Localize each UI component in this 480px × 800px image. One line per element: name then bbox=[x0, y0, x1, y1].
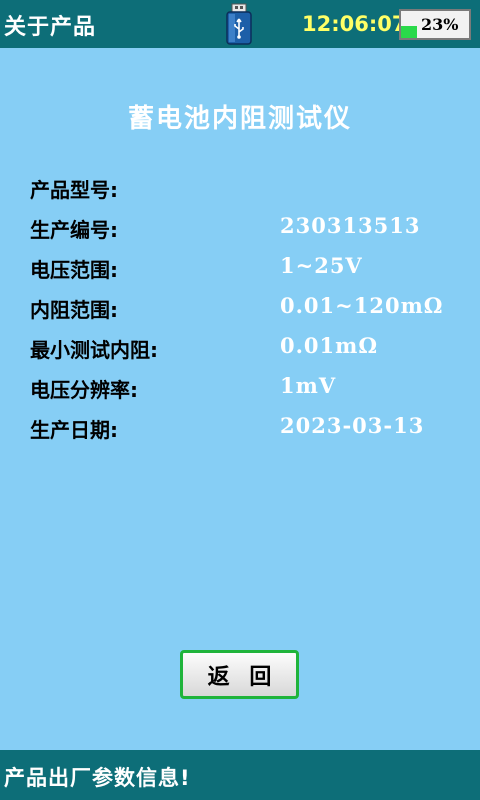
page-title: 蓄电池内阻测试仪 bbox=[127, 104, 352, 134]
info-row-production-date: 生产日期: 2023-03-13 bbox=[30, 410, 450, 446]
info-value: 0.01~120mΩ bbox=[280, 293, 444, 318]
usb-icon bbox=[226, 3, 252, 45]
battery-indicator: 23% bbox=[399, 9, 471, 40]
info-label: 生产编号: bbox=[30, 218, 118, 242]
info-value: 230313513 bbox=[280, 213, 421, 238]
info-row-model: 产品型号: bbox=[30, 170, 450, 206]
info-label: 电压范围: bbox=[30, 258, 118, 282]
info-label: 内阻范围: bbox=[30, 298, 118, 322]
top-bar: 关于产品 12:06:07 23% bbox=[0, 0, 480, 48]
info-row-voltage-resolution: 电压分辨率: 1mV bbox=[30, 370, 450, 406]
info-row-serial: 生产编号: 230313513 bbox=[30, 210, 450, 246]
info-value: 0.01mΩ bbox=[280, 333, 379, 358]
info-row-min-resistance: 最小测试内阻: 0.01mΩ bbox=[30, 330, 450, 366]
info-value: 1mV bbox=[280, 373, 337, 398]
info-label: 电压分辨率: bbox=[30, 378, 138, 402]
info-value: 1~25V bbox=[280, 253, 363, 278]
battery-percent: 23% bbox=[421, 15, 459, 34]
info-label: 生产日期: bbox=[30, 418, 118, 442]
status-message: 产品出厂参数信息! bbox=[4, 766, 191, 790]
window-title: 关于产品 bbox=[4, 15, 97, 40]
clock: 12:06:07 bbox=[302, 12, 407, 36]
status-bar: 产品出厂参数信息! bbox=[0, 750, 480, 800]
battery-level-fill bbox=[401, 26, 417, 38]
info-label: 产品型号: bbox=[30, 178, 118, 202]
info-label: 最小测试内阻: bbox=[30, 338, 158, 362]
back-button[interactable]: 返 回 bbox=[180, 650, 299, 699]
info-value: 2023-03-13 bbox=[280, 413, 425, 438]
info-row-voltage-range: 电压范围: 1~25V bbox=[30, 250, 450, 286]
info-row-resistance-range: 内阻范围: 0.01~120mΩ bbox=[30, 290, 450, 326]
